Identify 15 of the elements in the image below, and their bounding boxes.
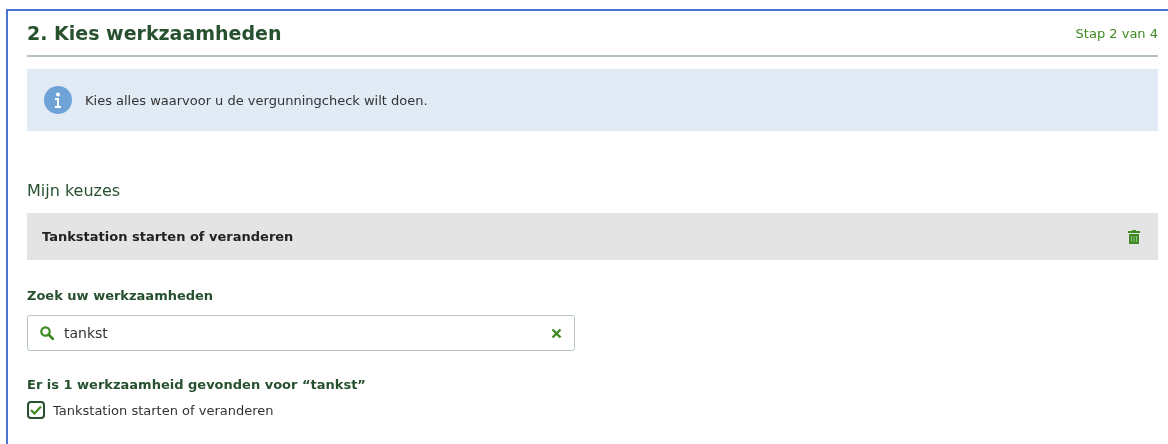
clear-icon[interactable] (551, 327, 562, 339)
search-label: Zoek uw werkzaamheden (27, 288, 215, 303)
result-count: Er is 1 werkzaamheid gevonden voor “tankst” (27, 377, 367, 392)
search-field[interactable]: tankst (27, 315, 575, 351)
checkbox-label: Tankstation starten of veranderen (53, 402, 274, 418)
section-heading: Mijn keuzes (27, 181, 122, 200)
info-icon (44, 86, 72, 114)
search-icon (40, 326, 54, 340)
search-value: tankst (64, 325, 109, 341)
trash-icon[interactable] (1128, 229, 1140, 244)
choice-label: Tankstation starten of veranderen (42, 229, 294, 244)
checkbox[interactable] (27, 401, 45, 419)
step-indicator: Stap 2 van 4 (1075, 25, 1158, 41)
page-title: 2. Kies werkzaamheden (27, 22, 282, 44)
info-text: Kies alles waarvoor u de vergunningcheck wilt doen. (85, 92, 428, 108)
